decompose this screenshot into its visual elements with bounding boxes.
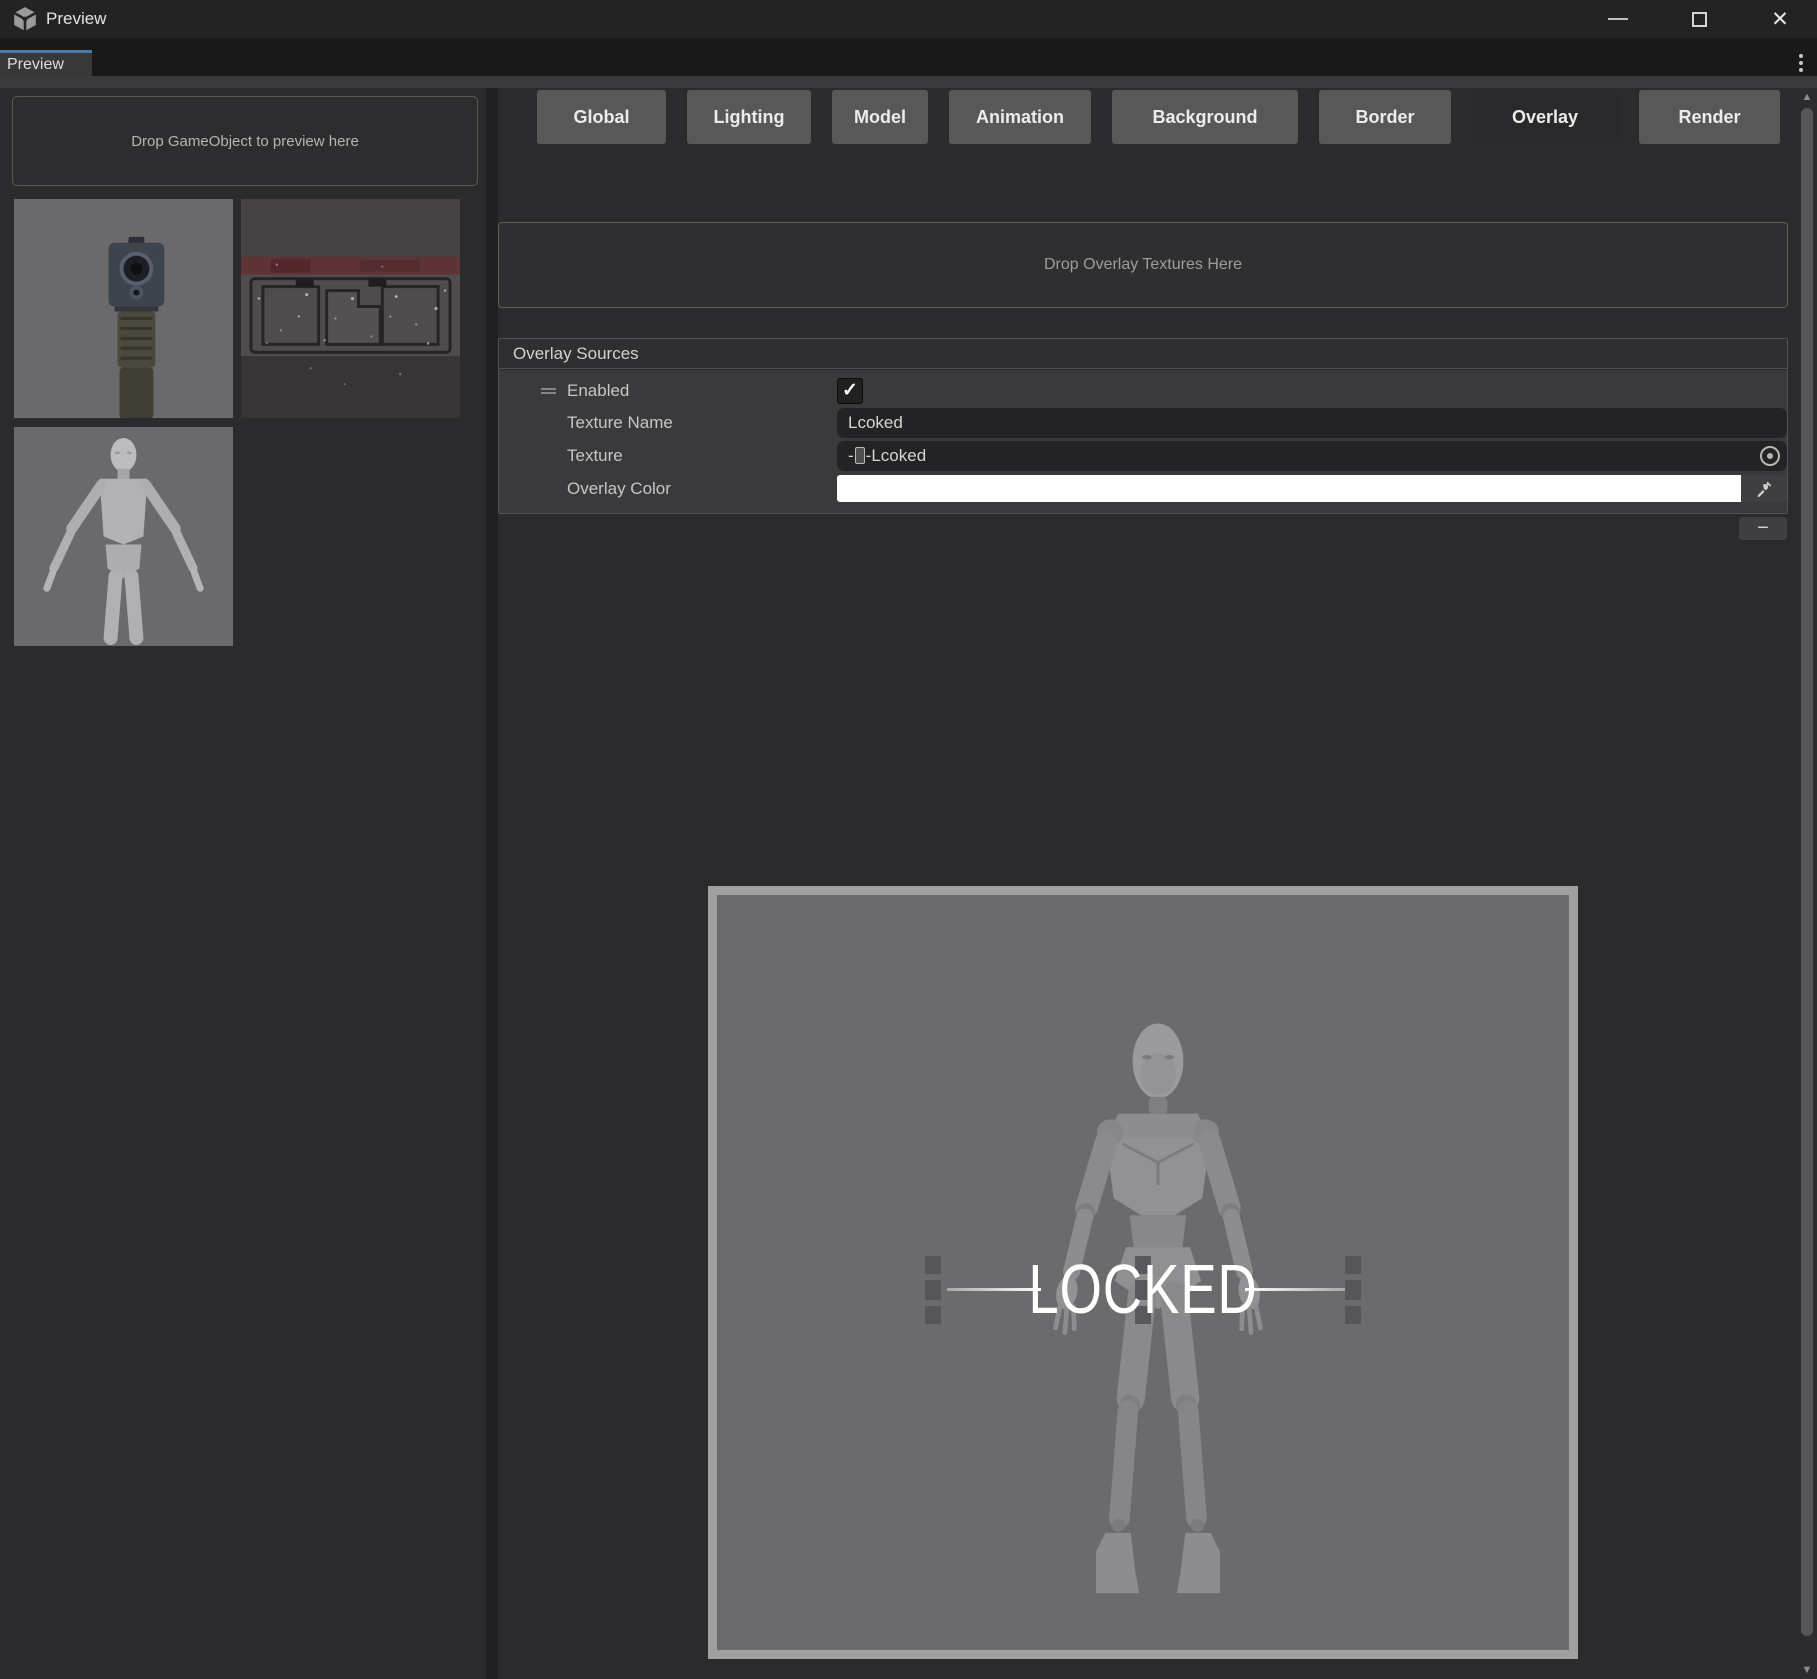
texture-value-suffix: -Lcoked bbox=[865, 446, 927, 465]
overlay-color-swatch[interactable] bbox=[837, 475, 1741, 502]
thumbnail-mannequin[interactable] bbox=[14, 427, 233, 646]
locked-overlay-text: LOCKED bbox=[1028, 1250, 1258, 1328]
object-picker-icon[interactable] bbox=[1760, 446, 1780, 466]
texture-name-label: Texture Name bbox=[567, 413, 673, 432]
texture-thumbnail-icon bbox=[854, 447, 865, 464]
texture-value-prefix: - bbox=[848, 446, 854, 465]
toolbar-button-animation[interactable]: Animation bbox=[949, 90, 1091, 144]
gameobject-drop-zone[interactable]: Drop GameObject to preview here bbox=[12, 96, 478, 186]
scroll-down-arrow-icon[interactable]: ▼ bbox=[1797, 1661, 1817, 1679]
toolbar-button-background[interactable]: Background bbox=[1112, 90, 1298, 144]
scrollbar-thumb[interactable] bbox=[1801, 108, 1813, 1636]
close-icon: ✕ bbox=[1771, 7, 1789, 31]
unity-logo-icon bbox=[12, 6, 38, 32]
eyedropper-icon bbox=[1757, 481, 1772, 497]
toolbar-button-render[interactable]: Render bbox=[1639, 90, 1780, 144]
toolbar-button-global[interactable]: Global bbox=[537, 90, 666, 144]
toolbar-button-lighting[interactable]: Lighting bbox=[687, 90, 811, 144]
toolbar-button-model[interactable]: Model bbox=[832, 90, 928, 144]
overlay-sources-section: Overlay Sources Enabled ✓ Texture Name L… bbox=[498, 338, 1788, 514]
overlay-sources-list: Enabled ✓ Texture Name Lcoked Texture --… bbox=[499, 370, 1787, 513]
tab-preview[interactable]: Preview bbox=[0, 50, 92, 76]
enabled-row: Enabled ✓ bbox=[499, 376, 1787, 406]
texture-name-input[interactable]: Lcoked bbox=[837, 408, 1787, 438]
vertical-scrollbar[interactable]: ▲ ▼ bbox=[1797, 88, 1817, 1679]
close-button[interactable]: ✕ bbox=[1757, 0, 1803, 38]
overlay-sources-header: Overlay Sources bbox=[499, 339, 1787, 369]
maximize-button[interactable] bbox=[1676, 0, 1722, 38]
toolbar-button-overlay[interactable]: Overlay bbox=[1472, 90, 1618, 144]
overlay-texture-drop-zone[interactable]: Drop Overlay Textures Here bbox=[498, 222, 1788, 308]
remove-source-button[interactable]: − bbox=[1738, 516, 1788, 541]
overlay-color-row: Overlay Color bbox=[499, 474, 1787, 504]
texture-name-value: Lcoked bbox=[848, 413, 903, 432]
left-panel: Drop GameObject to preview here bbox=[0, 88, 486, 1679]
scroll-up-arrow-icon[interactable]: ▲ bbox=[1797, 88, 1817, 106]
toolbar-button-border[interactable]: Border bbox=[1319, 90, 1451, 144]
enabled-checkbox[interactable]: ✓ bbox=[837, 378, 863, 404]
drag-handle-icon[interactable] bbox=[541, 388, 556, 394]
preview-viewport[interactable]: LOCKED bbox=[708, 886, 1578, 1659]
tab-bar: Preview bbox=[0, 38, 1817, 76]
toolbar-strip bbox=[0, 76, 1817, 88]
minimize-button[interactable] bbox=[1595, 0, 1641, 38]
overlay-color-label: Overlay Color bbox=[567, 479, 671, 498]
title-bar: Preview ✕ bbox=[0, 0, 1817, 38]
preview-render: LOCKED bbox=[717, 895, 1569, 1650]
texture-label: Texture bbox=[567, 446, 623, 465]
texture-row: Texture - -Lcoked bbox=[499, 441, 1787, 471]
kebab-menu-icon[interactable] bbox=[1789, 50, 1813, 76]
thumbnail-crate-texture[interactable] bbox=[241, 199, 460, 418]
texture-name-row: Texture Name Lcoked bbox=[499, 408, 1787, 438]
maximize-icon bbox=[1691, 11, 1707, 27]
texture-object-field[interactable]: - -Lcoked bbox=[837, 441, 1787, 471]
enabled-label: Enabled bbox=[567, 381, 630, 400]
eyedropper-button[interactable] bbox=[1741, 475, 1787, 502]
panel-divider[interactable] bbox=[486, 88, 498, 1679]
minimize-icon bbox=[1608, 18, 1628, 20]
preview-window: Preview ✕ Preview Drop GameObject to pre… bbox=[0, 0, 1817, 1679]
thumbnail-pistol[interactable] bbox=[14, 199, 233, 418]
window-title: Preview bbox=[46, 9, 107, 28]
